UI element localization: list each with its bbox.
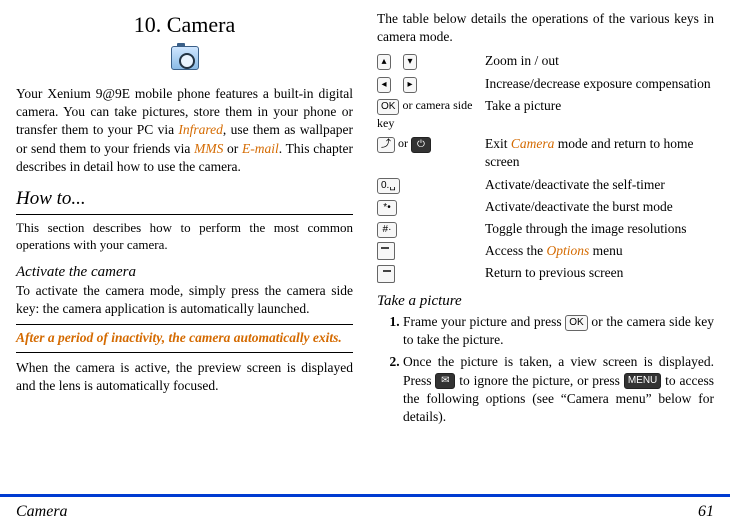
- desc-resolution: Toggle through the image resolutions: [485, 220, 714, 238]
- take-picture-steps: Frame your picture and press OK or the c…: [377, 313, 714, 426]
- camera-icon: [171, 46, 199, 70]
- desc-zoom: Zoom in / out: [485, 52, 714, 70]
- options-pre: Access the: [485, 243, 546, 258]
- row-selftimer: 0.␣ Activate/deactivate the self-timer: [377, 176, 714, 194]
- step-2: Once the picture is taken, a view screen…: [403, 353, 714, 426]
- up-arrow-icon: [377, 54, 391, 70]
- row-exposure: Increase/decrease exposure compensation: [377, 75, 714, 93]
- key-exit: ⤴ or ⏻: [377, 135, 485, 153]
- key-selftimer: 0.␣: [377, 176, 485, 194]
- activate-after: When the camera is active, the preview s…: [16, 359, 353, 395]
- menu-key-icon: MENU: [624, 373, 661, 389]
- key-exposure: [377, 75, 485, 93]
- left-arrow-icon: [377, 77, 391, 93]
- key-zoom: [377, 52, 485, 70]
- row-return: Return to previous screen: [377, 264, 714, 282]
- exit-or-text: or: [395, 136, 411, 150]
- left-softkey-icon: [377, 242, 395, 260]
- step1-a: Frame your picture and press: [403, 314, 565, 329]
- link-infrared: Infrared: [178, 122, 223, 137]
- right-intro: The table below details the operations o…: [377, 10, 714, 46]
- options-link: Options: [546, 243, 589, 258]
- exit-link: Camera: [511, 136, 555, 151]
- howto-heading: How to...: [16, 186, 353, 215]
- row-burst: *• Activate/deactivate the burst mode: [377, 198, 714, 216]
- key-table: Zoom in / out Increase/decrease exposure…: [377, 52, 714, 282]
- row-exit: ⤴ or ⏻ Exit Camera mode and return to ho…: [377, 135, 714, 171]
- down-arrow-icon: [403, 54, 417, 70]
- intro-paragraph: Your Xenium 9@9E mobile phone features a…: [16, 85, 353, 176]
- desc-take: Take a picture: [485, 97, 714, 115]
- ignore-key-icon: ✉: [435, 373, 455, 389]
- back-key-icon: ⤴: [377, 137, 395, 153]
- take-picture-heading: Take a picture: [377, 291, 714, 311]
- key-return: [377, 264, 485, 282]
- right-arrow-icon: [403, 77, 417, 93]
- ok-key-icon-inline: OK: [565, 315, 587, 331]
- intro-or: or: [223, 141, 242, 156]
- step-1: Frame your picture and press OK or the c…: [403, 313, 714, 349]
- key-options: [377, 242, 485, 260]
- activate-note: After a period of inactivity, the camera…: [16, 324, 353, 352]
- howto-sub: This section describes how to perform th…: [16, 219, 353, 254]
- desc-burst: Activate/deactivate the burst mode: [485, 198, 714, 216]
- exit-pre: Exit: [485, 136, 511, 151]
- row-resolution: #· Toggle through the image resolutions: [377, 220, 714, 238]
- options-post: menu: [589, 243, 622, 258]
- row-take: OK or camera side key Take a picture: [377, 97, 714, 131]
- step2-b: to ignore the picture, or press: [459, 373, 624, 388]
- ok-key-icon: OK: [377, 99, 399, 115]
- right-softkey-icon: [377, 265, 395, 283]
- zero-key-icon: 0.␣: [377, 178, 400, 194]
- key-take: OK or camera side key: [377, 97, 485, 131]
- chapter-title: 10. Camera: [16, 10, 353, 40]
- footer-left: Camera: [16, 501, 68, 523]
- activate-body: To activate the camera mode, simply pres…: [16, 282, 353, 318]
- power-key-icon: ⏻: [411, 137, 431, 153]
- camera-icon-wrap: [16, 46, 353, 75]
- footer-page-number: 61: [698, 501, 714, 523]
- page-footer: Camera 61: [0, 494, 730, 523]
- desc-options: Access the Options menu: [485, 242, 714, 260]
- link-email: E-mail: [242, 141, 279, 156]
- desc-exposure: Increase/decrease exposure compensation: [485, 75, 714, 93]
- row-options: Access the Options menu: [377, 242, 714, 260]
- activate-heading: Activate the camera: [16, 262, 353, 282]
- desc-exit: Exit Camera mode and return to home scre…: [485, 135, 714, 171]
- key-resolution: #·: [377, 220, 485, 238]
- row-zoom: Zoom in / out: [377, 52, 714, 70]
- key-burst: *•: [377, 198, 485, 216]
- hash-key-icon: #·: [377, 222, 397, 238]
- star-key-icon: *•: [377, 200, 397, 216]
- link-mms: MMS: [194, 141, 223, 156]
- desc-selftimer: Activate/deactivate the self-timer: [485, 176, 714, 194]
- desc-return: Return to previous screen: [485, 264, 714, 282]
